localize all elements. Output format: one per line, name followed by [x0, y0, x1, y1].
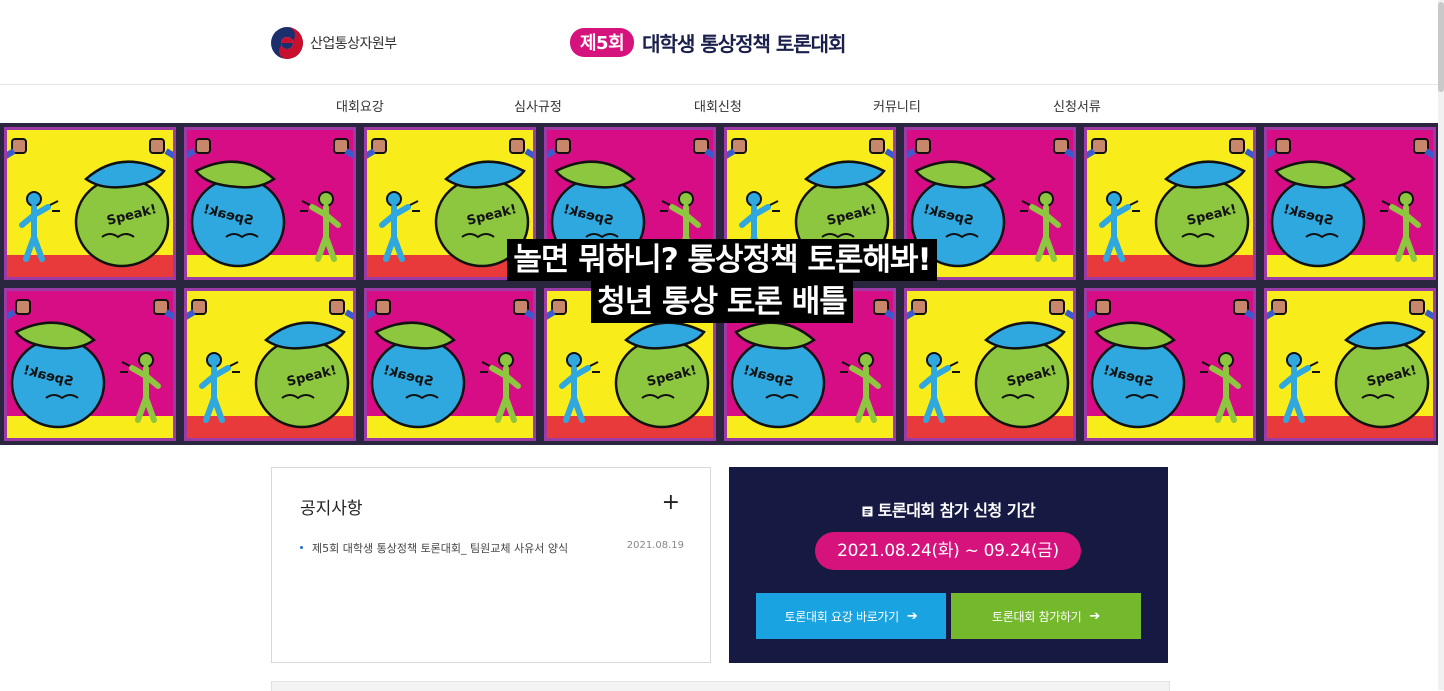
event-name: 대학생 통상정책 토론대회	[642, 32, 846, 56]
arrow-right-icon: ➔	[1089, 608, 1101, 624]
notice-list-item[interactable]: 제5회 대학생 통상정책 토론대회_ 팀원교체 사유서 양식 2021.08.1…	[300, 540, 684, 558]
banner-tagline-line1: 놀면 뭐하니? 통상정책 토론해봐!	[507, 239, 937, 281]
event-badge: 제5회	[570, 28, 635, 57]
period-heading: 토론대회 참가 신청 기간	[729, 497, 1168, 521]
taegeuk-emblem-icon	[271, 27, 303, 59]
scrollbar-thumb[interactable]	[1438, 2, 1444, 92]
ministry-logo[interactable]: 산업통상자원부	[270, 26, 397, 60]
nav-item-guide[interactable]: 대회요강	[336, 96, 384, 115]
arrow-right-icon: ➔	[906, 608, 918, 624]
bullet-icon	[300, 546, 303, 549]
apply-button[interactable]: 토론대회 참가하기 ➔	[951, 593, 1141, 639]
document-icon	[862, 506, 873, 517]
main-nav: 대회요강 심사규정 대회신청 커뮤니티 신청서류	[0, 85, 1444, 123]
nav-item-documents[interactable]: 신청서류	[1053, 96, 1101, 115]
notice-list: 제5회 대학생 통상정책 토론대회_ 팀원교체 사유서 양식 2021.08.1…	[300, 540, 684, 558]
guide-shortcut-label: 토론대회 요강 바로가기	[784, 609, 899, 624]
period-date-range: 2021.08.24(화) ~ 09.24(금)	[815, 532, 1081, 570]
event-title[interactable]: 제5회 대학생 통상정책 토론대회	[570, 28, 846, 57]
ministry-name: 산업통상자원부	[310, 36, 397, 52]
nav-item-judging[interactable]: 심사규정	[514, 96, 562, 115]
notice-item-title: 제5회 대학생 통상정책 토론대회_ 팀원교체 사유서 양식	[312, 542, 569, 555]
notice-item-date: 2021.08.19	[626, 540, 684, 551]
site-header: 산업통상자원부 제5회 대학생 통상정책 토론대회	[0, 0, 1444, 85]
page-scrollbar[interactable]	[1438, 0, 1444, 690]
banner-tagline: 놀면 뭐하니? 통상정책 토론해봐! 청년 통상 토론 배틀	[0, 239, 1444, 323]
guide-shortcut-button[interactable]: 토론대회 요강 바로가기 ➔	[756, 593, 946, 639]
application-period-panel: 토론대회 참가 신청 기간 2021.08.24(화) ~ 09.24(금) 토…	[729, 467, 1168, 663]
hero-banner: Speak! Speak! Speak! Speak! Speak! Speak! Spea…	[0, 123, 1444, 445]
apply-label: 토론대회 참가하기	[991, 609, 1082, 624]
banner-tagline-line2: 청년 통상 토론 배틀	[591, 281, 853, 323]
notice-panel: 공지사항 + 제5회 대학생 통상정책 토론대회_ 팀원교체 사유서 양식 20…	[271, 467, 711, 663]
nav-item-community[interactable]: 커뮤니티	[873, 96, 921, 115]
nav-item-apply[interactable]: 대회신청	[694, 96, 742, 115]
period-title: 토론대회 참가 신청 기간	[877, 501, 1036, 520]
plus-icon[interactable]: +	[662, 490, 680, 515]
notice-title: 공지사항	[300, 499, 363, 519]
